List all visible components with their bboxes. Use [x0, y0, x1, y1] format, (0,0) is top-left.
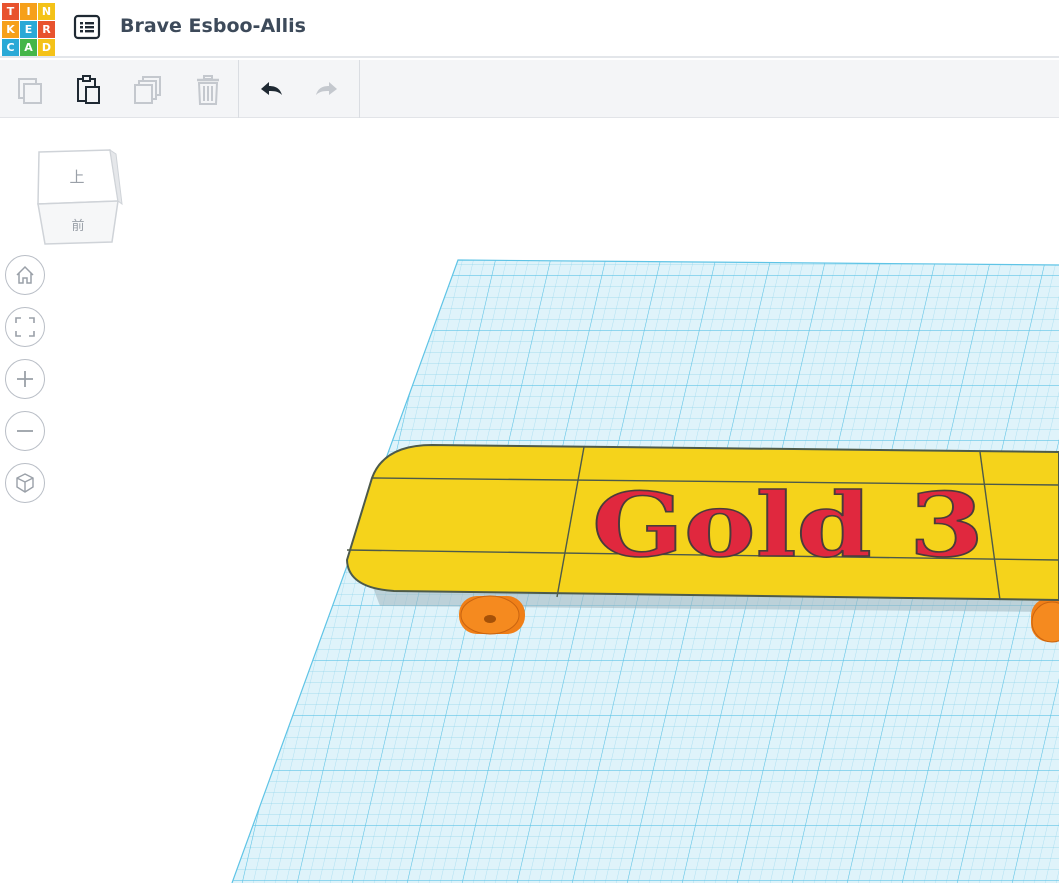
toolbar-divider [359, 60, 360, 118]
edit-toolbar [0, 60, 1059, 118]
logo-letter: T [2, 3, 19, 20]
list-icon [73, 14, 101, 40]
copy-icon [18, 78, 42, 104]
header-bar: TIN KER CAD Brave Esboo-Allis [0, 0, 1059, 58]
tinkercad-logo[interactable]: TIN KER CAD [2, 3, 55, 56]
redo-button[interactable] [306, 68, 350, 112]
paste-button[interactable] [66, 68, 110, 112]
workplane-scene[interactable]: Gold 3 [0, 118, 1059, 883]
copy-button[interactable] [8, 68, 52, 112]
logo-letter: E [20, 21, 37, 38]
redo-icon [316, 82, 337, 95]
workplane-viewport[interactable]: Gold 3 上 前 [0, 118, 1059, 883]
undo-button[interactable] [248, 68, 292, 112]
logo-letter: D [38, 39, 55, 56]
design-list-button[interactable] [73, 14, 101, 40]
skateboard-wheel-right[interactable] [1031, 598, 1059, 643]
tinkercad-editor: TIN KER CAD Brave Esboo-Allis Gold 3 上 前 [0, 0, 1059, 883]
logo-letter: R [38, 21, 55, 38]
logo-letter: A [20, 39, 37, 56]
duplicate-button[interactable] [126, 68, 170, 112]
fit-icon [15, 317, 35, 337]
home-view-button[interactable] [5, 255, 45, 295]
viewcube-front-label[interactable]: 前 [71, 218, 84, 234]
undo-icon [261, 82, 282, 95]
logo-letter: C [2, 39, 19, 56]
paste-icon [77, 75, 100, 104]
model-text[interactable]: Gold 3 [591, 472, 985, 578]
plus-icon [17, 371, 33, 387]
duplicate-icon [134, 76, 161, 104]
zoom-out-button[interactable] [5, 411, 45, 451]
view-cube[interactable]: 上 前 [30, 146, 125, 251]
logo-letter: I [20, 3, 37, 20]
skateboard-wheel-left[interactable] [459, 595, 525, 635]
fit-all-button[interactable] [5, 307, 45, 347]
toolbar-divider [238, 60, 239, 118]
home-icon [16, 265, 34, 284]
cube-icon [16, 473, 34, 493]
perspective-button[interactable] [5, 463, 45, 503]
trash-icon [197, 75, 219, 105]
viewcube-top-label[interactable]: 上 [69, 168, 84, 186]
logo-letter: K [2, 21, 19, 38]
delete-button[interactable] [186, 68, 230, 112]
design-title[interactable]: Brave Esboo-Allis [120, 15, 306, 37]
logo-letter: N [38, 3, 55, 20]
zoom-in-button[interactable] [5, 359, 45, 399]
minus-icon [17, 430, 33, 432]
